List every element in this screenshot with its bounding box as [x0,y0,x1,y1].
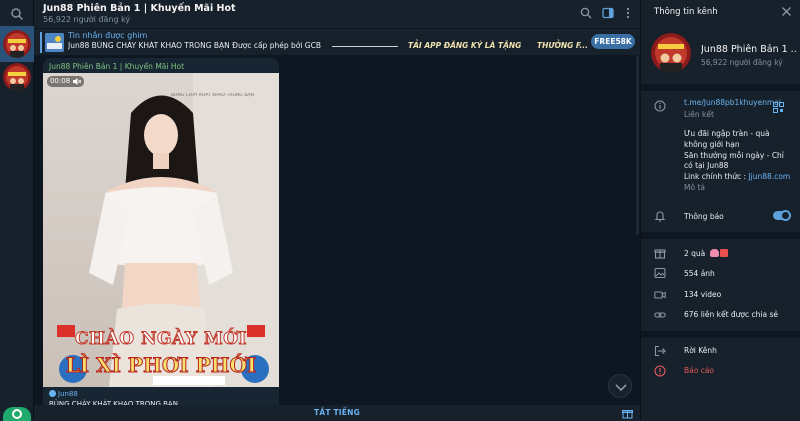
message-bubble[interactable]: Jun88 Phiên Bản 1 | Khuyến Mãi Hot 00:08… [43,58,279,410]
notifications-label: Thông báo [684,212,724,221]
toggle-knob [780,210,791,221]
description-label: Mô tả [684,183,705,192]
gift-icon[interactable] [622,408,633,419]
qr-code-icon[interactable] [773,102,784,113]
channel-logo-icon [3,63,31,91]
pinned-indicator [40,32,42,53]
leave-icon [654,345,666,357]
speaker-muted-icon[interactable] [73,78,82,85]
duration-text: 00:08 [50,77,71,85]
section-divider [641,84,800,91]
pinned-text: Jun88 BÙNG CHÁY KHÁT KHAO TRONG BẠN Được… [68,41,321,50]
video-overlay-line2: LÌ XÌ PHƠI PHỚI [65,353,257,378]
gifts-count: 2 quà [684,249,706,258]
new-chat-button[interactable] [3,407,31,421]
report-button[interactable]: Báo cáo [684,366,714,375]
message-list[interactable]: Jun88 Phiên Bản 1 | Khuyến Mãi Hot 00:08… [34,55,640,410]
channel-logo-icon [651,33,691,73]
promo-image-icon [45,33,64,52]
video-icon [654,291,666,299]
channel-link[interactable]: t.me/Jun88pb1khuyenmai [684,98,781,107]
channel-link-label: Liên kết [684,110,714,119]
video-overlay-line1: CHÀO NGÀY MỚI [74,329,248,350]
forward-source-icon [49,390,56,397]
present-icon [719,249,728,257]
channel-logo-icon [3,30,31,58]
chat-title[interactable]: Jun88 Phiên Bản 1 | Khuyến Mãi Hot [43,3,236,14]
pinned-thumbnail [45,33,64,52]
pinned-label: Tin nhắn được ghim [68,31,148,40]
notifications-toggle[interactable] [773,210,791,221]
search-icon[interactable] [10,7,24,21]
message-author[interactable]: Jun88 Phiên Bản 1 | Khuyến Mãi Hot [49,62,184,71]
panel-title: Thông tin kênh [654,7,718,17]
channel-name: Jun88 Phiên Bản 1 ... [701,44,796,55]
pinned-promo-text: TẢI APP ĐĂNG KÝ LÀ TẶNG [408,41,522,50]
link-icon [654,312,666,318]
video-overlay-caption: BÙNG CHÁY KHÁT KHAO TRONG BẠN [171,93,254,98]
pinned-divider [332,46,398,47]
forward-source-name: Jun88 [58,390,78,398]
photos-row[interactable]: 554 ảnh [684,269,715,278]
scrollbar[interactable] [636,55,639,235]
links-row[interactable]: 676 liên kết được chia sẻ [684,310,778,319]
pinned-action-button[interactable]: FREE58K [591,34,635,49]
chevron-down-icon [615,384,627,392]
info-icon [654,100,666,112]
chat-list-sidebar [0,0,34,421]
compose-icon [12,409,22,419]
chat-avatar-jun88-1[interactable] [3,30,31,58]
description-line: Link chính thức : Jjun88.com [684,172,794,183]
chat-subscribers: 56,922 người đăng ký [43,15,131,24]
channel-info-panel: Thông tin kênh Jun88 Phiên Bản 1 ... 56,… [640,0,800,421]
leave-channel-button[interactable]: Rời Kênh [684,346,717,355]
more-options-icon[interactable] [622,7,634,19]
report-icon [654,365,666,377]
video-duration: 00:08 [47,76,85,87]
channel-subscribers: 56,922 người đăng ký [701,58,783,67]
videos-row[interactable]: 134 video [684,290,721,299]
chat-avatar-jun88-2[interactable] [3,63,31,91]
scroll-to-bottom-button[interactable] [608,374,632,398]
channel-footer: TẮT TIẾNG [34,405,640,421]
sidebar-toggle-icon[interactable] [602,7,614,19]
channel-description: Ưu đãi ngập tràn - quà không giới hạn Să… [684,129,794,183]
description-line: Săn thưởng mỗi ngày - Chỉ có tại Jun88 [684,150,784,171]
mute-button[interactable]: TẮT TIẾNG [34,408,640,417]
pinned-message-bar[interactable]: Tin nhắn được ghim Jun88 BÙNG CHÁY KHÁT … [34,28,640,55]
bell-icon [654,211,666,222]
close-icon[interactable] [781,6,792,17]
description-prefix: Link chính thức : [684,172,749,182]
search-icon[interactable] [580,7,592,19]
heart-gift-icon [709,249,719,257]
channel-avatar[interactable] [651,33,691,73]
description-line: Ưu đãi ngập tràn - quà không giới hạn [684,129,770,149]
section-divider [641,331,800,338]
photo-icon [654,267,666,279]
gift-icon [654,249,666,259]
section-divider [641,232,800,239]
chat-header: Jun88 Phiên Bản 1 | Khuyến Mãi Hot 56,92… [34,0,640,28]
video-player[interactable]: 00:08 CHÀO NGÀY MỚI LÌ XÌ PHƠI PHỚI BÙNG… [43,73,279,387]
official-link[interactable]: Jjun88.com [748,172,790,181]
gifts-row[interactable]: 2 quà [684,249,728,258]
pinned-promo-text-2: THƯỞNG F... [537,41,588,50]
message-forward-from[interactable]: Jun88 [49,390,78,398]
